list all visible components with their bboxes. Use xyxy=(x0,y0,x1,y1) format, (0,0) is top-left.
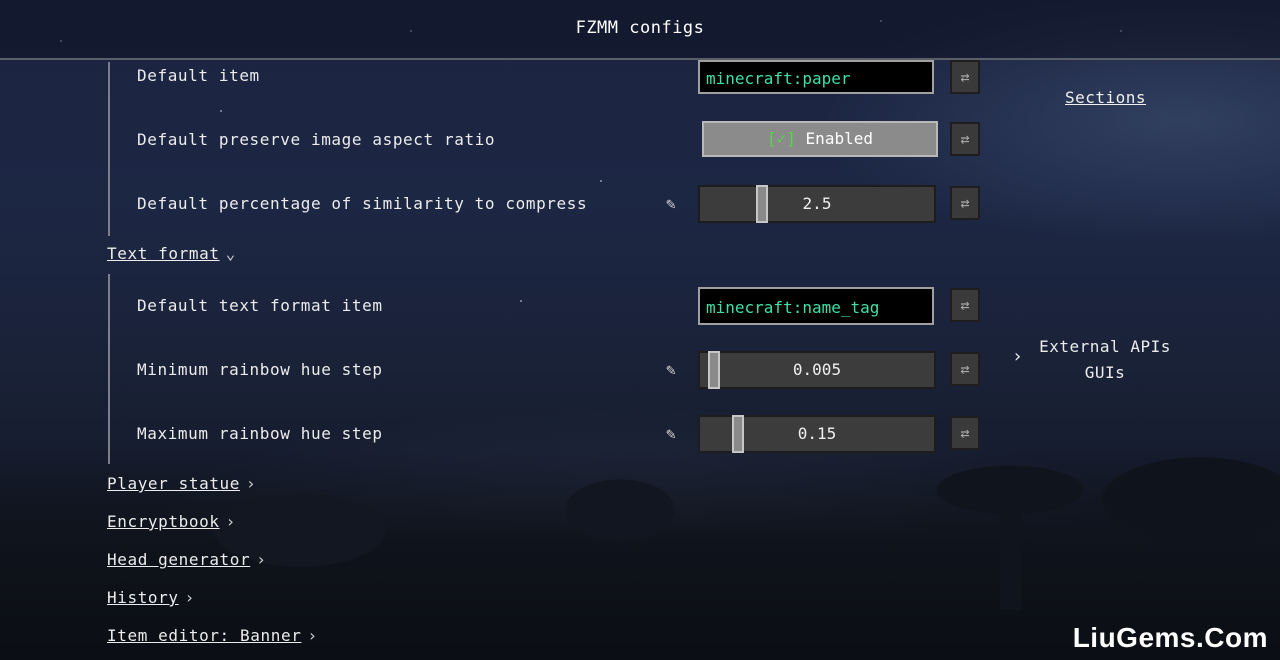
section-head-generator[interactable]: Head generator › xyxy=(107,550,267,569)
window-title: FZMM configs xyxy=(575,18,705,38)
text-format-header[interactable]: Text format ⌄ xyxy=(107,244,236,263)
section-title: Player statue xyxy=(107,474,241,493)
section-title: Head generator xyxy=(107,550,251,569)
background-tree-trunk xyxy=(1000,490,1022,610)
section-title: History xyxy=(107,588,179,607)
similarity-label: Default percentage of similarity to comp… xyxy=(137,194,588,213)
sidebar-item-label: GUIs xyxy=(1084,363,1126,382)
section-indent-line xyxy=(108,62,110,236)
edit-pencil-icon[interactable]: ✎ xyxy=(666,424,676,443)
max-hue-reset-icon[interactable]: ⇄ xyxy=(950,416,980,450)
slider-handle[interactable] xyxy=(756,185,768,223)
chevron-right-icon: › xyxy=(225,512,236,531)
slider-value: 0.15 xyxy=(797,424,837,443)
checkbox-icon: [✓] xyxy=(767,129,796,148)
section-history[interactable]: History › xyxy=(107,588,195,607)
chevron-down-icon: ⌄ xyxy=(225,244,236,263)
chevron-right-icon: › xyxy=(307,626,318,645)
toggle-state-text: Enabled xyxy=(805,129,873,148)
similarity-reset-icon[interactable]: ⇄ xyxy=(950,186,980,220)
text-format-title: Text format xyxy=(107,244,220,263)
watermark: LiuGems.Com xyxy=(1072,622,1268,653)
similarity-slider[interactable]: 2.5 xyxy=(698,185,936,223)
min-hue-label: Minimum rainbow hue step xyxy=(137,360,383,379)
section-indent-line xyxy=(108,274,110,464)
text-format-item-reset-icon[interactable]: ⇄ xyxy=(950,288,980,322)
chevron-right-icon: › xyxy=(256,550,267,569)
min-hue-slider[interactable]: 0.005 xyxy=(698,351,936,389)
text-format-item-label: Default text format item xyxy=(137,296,383,315)
slider-handle[interactable] xyxy=(732,415,744,453)
preserve-aspect-label: Default preserve image aspect ratio xyxy=(137,130,496,149)
chevron-right-icon: › xyxy=(184,588,195,607)
sidebar-item-label: External APIs xyxy=(1039,337,1171,356)
default-item-input[interactable]: minecraft:paper xyxy=(698,60,934,94)
preserve-aspect-reset-icon[interactable]: ⇄ xyxy=(950,122,980,156)
default-item-label: Default item xyxy=(137,66,260,85)
max-hue-label: Maximum rainbow hue step xyxy=(137,424,383,443)
sidebar-item-external-apis[interactable]: External APIs GUIs xyxy=(1030,334,1180,386)
chevron-right-icon: › xyxy=(246,474,257,493)
slider-value: 0.005 xyxy=(792,360,842,379)
section-item-editor-banner[interactable]: Item editor: Banner › xyxy=(107,626,318,645)
edit-pencil-icon[interactable]: ✎ xyxy=(666,360,676,379)
default-item-reset-icon[interactable]: ⇄ xyxy=(950,60,980,94)
preserve-aspect-toggle[interactable]: [✓] Enabled xyxy=(702,121,938,157)
slider-value: 2.5 xyxy=(802,194,832,213)
chevron-right-icon[interactable]: › xyxy=(1012,346,1023,367)
slider-handle[interactable] xyxy=(708,351,720,389)
edit-pencil-icon[interactable]: ✎ xyxy=(666,194,676,213)
max-hue-slider[interactable]: 0.15 xyxy=(698,415,936,453)
section-encryptbook[interactable]: Encryptbook › xyxy=(107,512,236,531)
sections-link[interactable]: Sections xyxy=(1065,88,1146,107)
section-title: Item editor: Banner xyxy=(107,626,302,645)
section-title: Encryptbook xyxy=(107,512,220,531)
min-hue-reset-icon[interactable]: ⇄ xyxy=(950,352,980,386)
title-bar: FZMM configs xyxy=(0,0,1280,60)
text-format-item-input[interactable]: minecraft:name_tag xyxy=(698,287,934,325)
section-player-statue[interactable]: Player statue › xyxy=(107,474,256,493)
